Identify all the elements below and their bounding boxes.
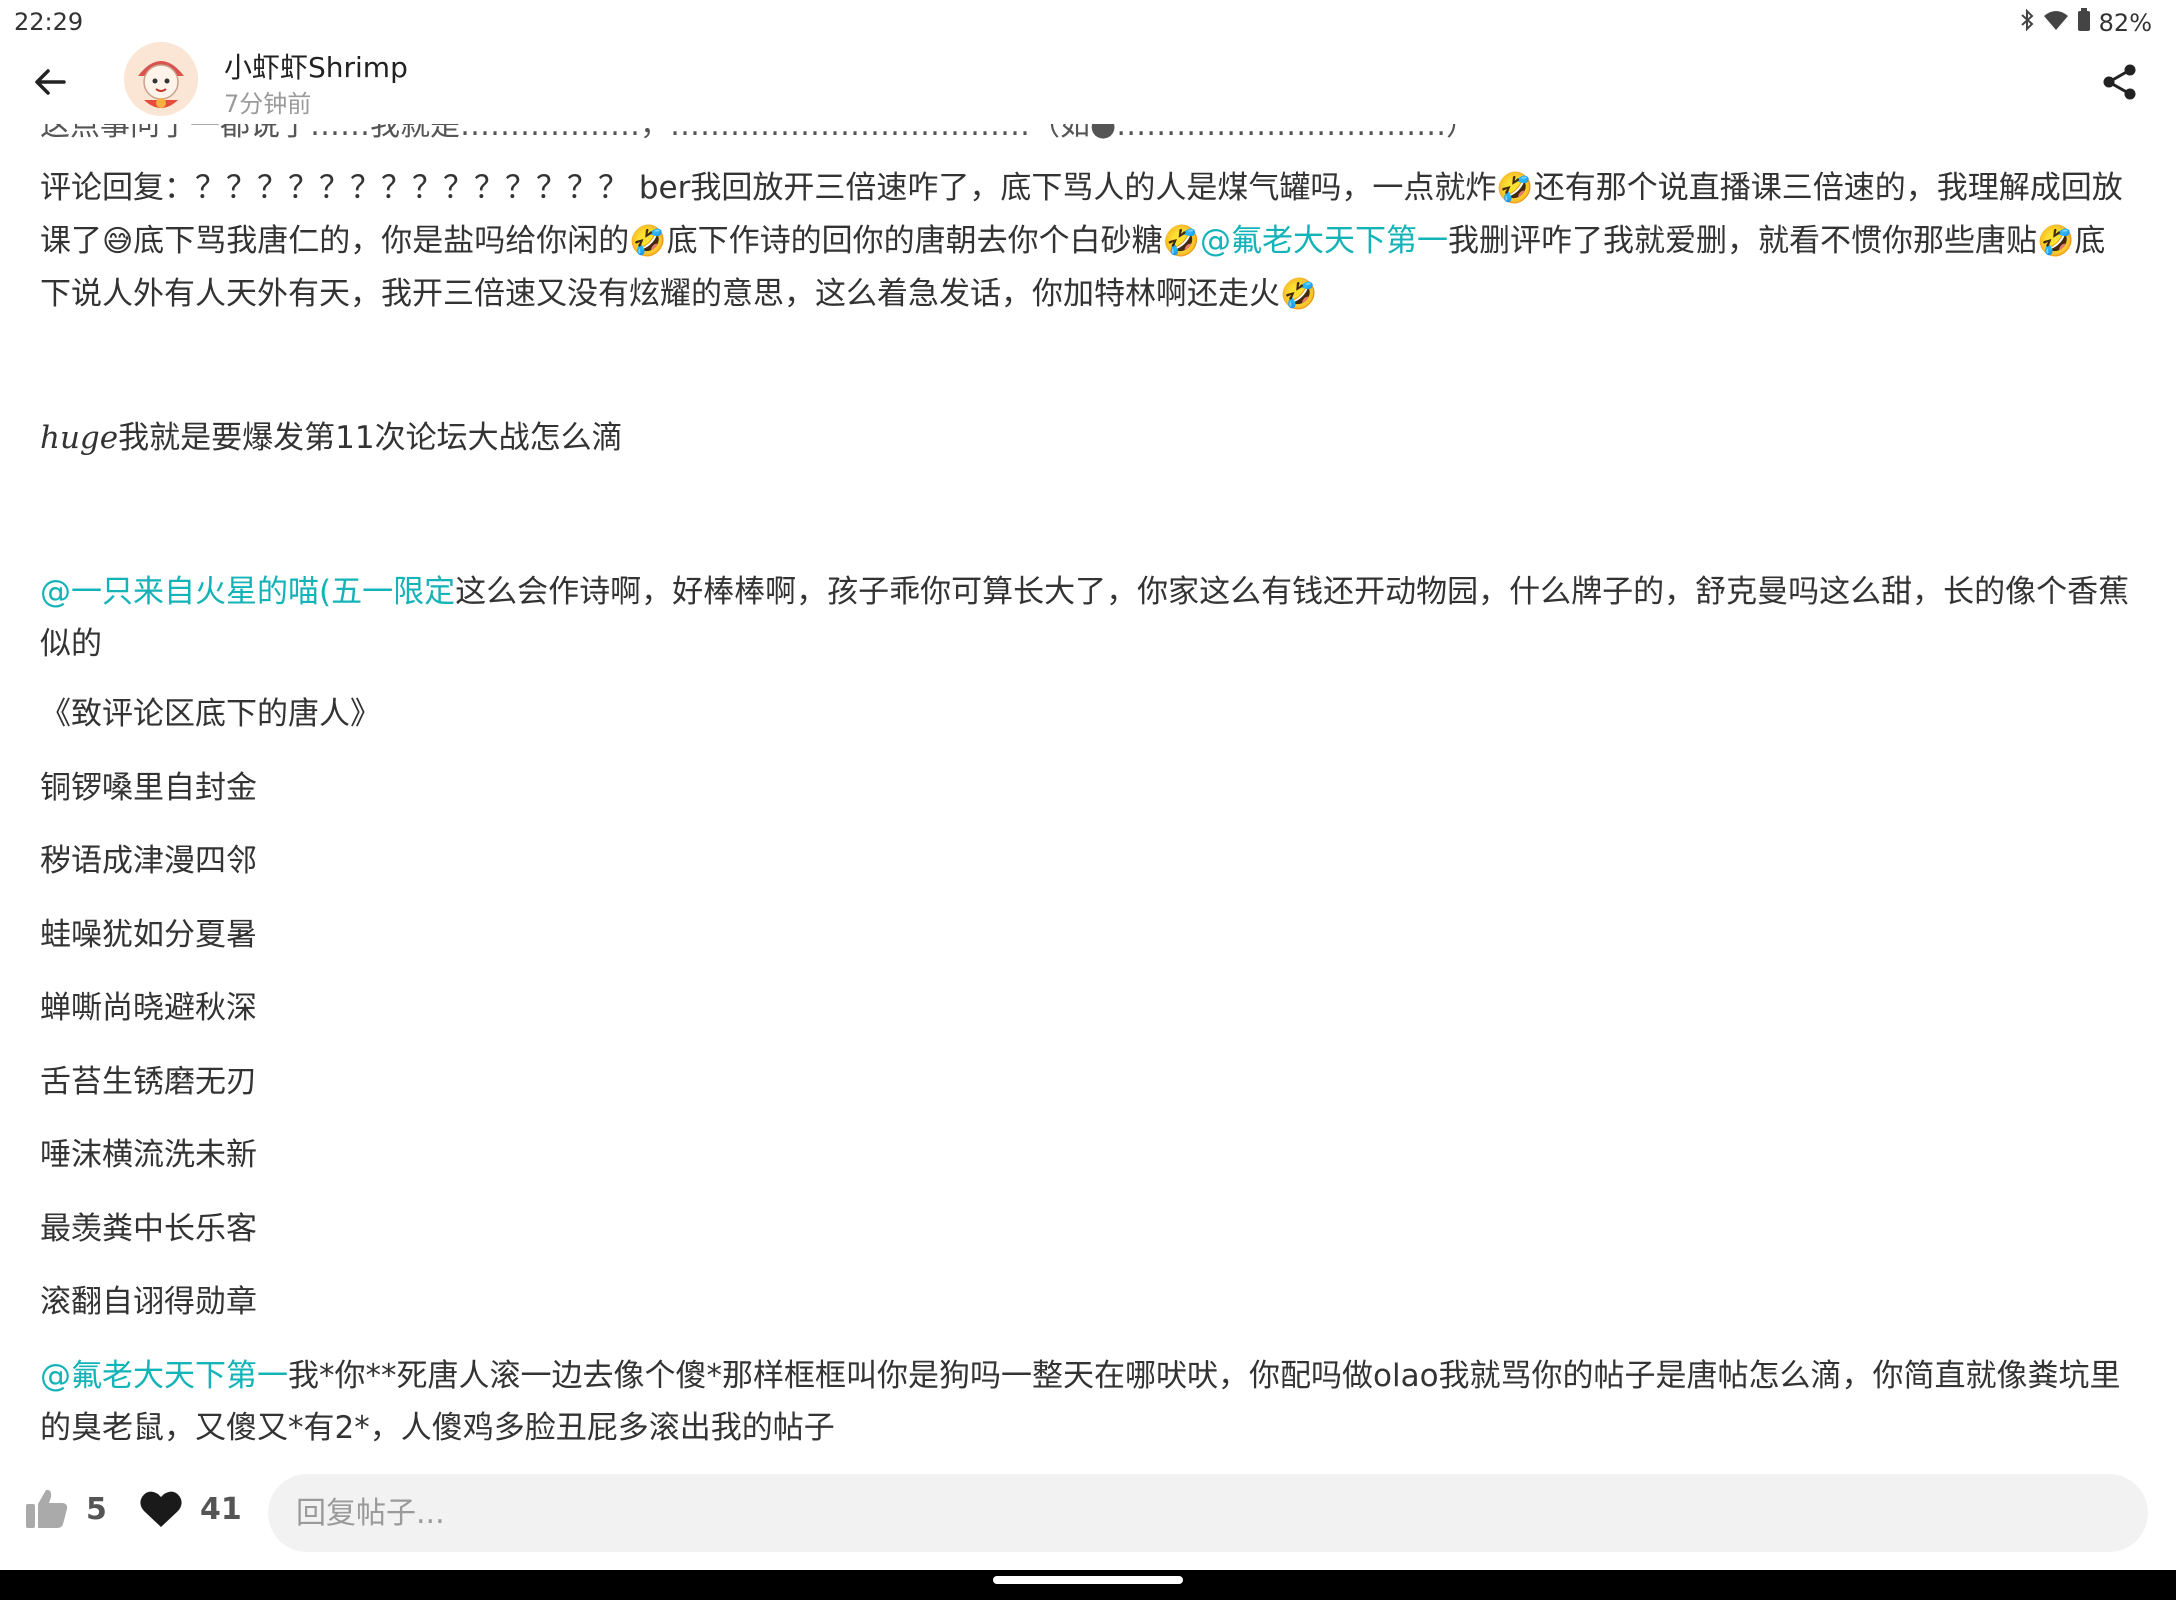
reply-input[interactable] xyxy=(268,1474,2148,1552)
poem-line: 蛙噪犹如分夏暑 xyxy=(40,917,257,953)
status-time: 22:29 xyxy=(14,8,84,36)
reply-text: 底下骂我唐仁的，你是盐吗给你闲的 xyxy=(133,223,630,259)
mention-link[interactable]: @氟老大天下第一 xyxy=(40,1358,288,1394)
mention-paragraph-1: @一只来自火星的喵(五一限定这么会作诗啊，好棒棒啊，孩子乖你可算长大了，你家这么… xyxy=(40,566,2130,670)
emoji-icon: 🤣 xyxy=(1162,224,1200,259)
post-content[interactable]: 这点事问了一都说了……我就是………………，………………………………（如●…………… xyxy=(0,124,2176,1450)
avatar[interactable] xyxy=(124,42,198,116)
poem-line: 唾沫横流洗未新 xyxy=(40,1137,257,1173)
favorite-count: 41 xyxy=(200,1491,242,1527)
post-time: 7分钟前 xyxy=(224,90,312,118)
poem-line: 最羡粪中长乐客 xyxy=(40,1211,257,1247)
reply-text: 我删评咋了我就爱删，就看不惯你那些唐贴 xyxy=(1448,223,2037,259)
mention-paragraph-text: 我*你**死唐人滚一边去像个傻*那样框框叫你是狗吗一整天在哪吠吠，你配吗做ola… xyxy=(40,1358,2121,1446)
status-bar: 22:29 82% xyxy=(0,0,2176,44)
battery-icon xyxy=(2077,8,2091,38)
partially-visible-line: 这点事问了一都说了……我就是………………，………………………………（如●…………… xyxy=(40,124,1477,143)
poem-line: 滚翻自诩得勋章 xyxy=(40,1284,257,1320)
poem-title: 《致评论区底下的唐人》 xyxy=(40,696,381,732)
mention-link[interactable]: @氟老大天下第一 xyxy=(1200,223,1448,259)
bluetooth-icon xyxy=(2019,8,2035,38)
mention-link[interactable]: @一只来自火星的喵(五一限定 xyxy=(40,574,455,610)
reply-paragraph: 评论回复：？？？？？？？？？？？？？？ ber我回放开三倍速咋了，底下骂人的人是… xyxy=(40,162,2130,321)
thumbs-up-icon xyxy=(26,1489,68,1528)
forum-war-paragraph: huge我就是要爆发第11次论坛大战怎么滴 xyxy=(40,412,2130,464)
poem-line: 秽语成津漫四邻 xyxy=(40,843,257,879)
arrow-left-icon xyxy=(35,69,66,95)
favorite-button[interactable]: 41 xyxy=(138,1486,242,1532)
bottom-action-bar: 5 41 xyxy=(0,1460,2176,1570)
battery-percent: 82% xyxy=(2098,9,2152,37)
like-count: 5 xyxy=(86,1491,107,1527)
emoji-icon: 🤣 xyxy=(2037,224,2075,259)
emoji-icon: 😅 xyxy=(102,224,134,259)
share-icon xyxy=(2103,64,2136,100)
back-button[interactable] xyxy=(28,60,72,104)
poem-line: 铜锣嗓里自封金 xyxy=(40,770,257,806)
math-text: huge xyxy=(40,420,119,456)
poem-line: 舌苔生锈磨无刃 xyxy=(40,1064,257,1100)
emoji-icon: 🤣 xyxy=(1496,171,1534,206)
home-handle[interactable] xyxy=(993,1576,1183,1584)
like-button[interactable]: 5 xyxy=(24,1486,107,1532)
reply-text: 评论回复：？？？？？？？？？？？？？？ ber我回放开三倍速咋了，底下骂人的人是… xyxy=(40,170,1497,206)
status-icons: 82% xyxy=(2019,8,2152,38)
mention-paragraph-2: @氟老大天下第一我*你**死唐人滚一边去像个傻*那样框框叫你是狗吗一整天在哪吠吠… xyxy=(40,1350,2130,1450)
emoji-icon: 🤣 xyxy=(1280,277,1318,312)
reply-text: 底下作诗的回你的唐朝去你个白砂糖 xyxy=(666,223,1163,259)
emoji-icon: 🤣 xyxy=(629,224,667,259)
post-header: 小虾虾Shrimp 7分钟前 xyxy=(0,40,2176,124)
forum-war-text: 我就是要爆发第11次论坛大战怎么滴 xyxy=(118,420,623,456)
system-navigation-bar xyxy=(0,1570,2176,1600)
author-name[interactable]: 小虾虾Shrimp xyxy=(224,46,408,86)
share-button[interactable] xyxy=(2098,60,2142,104)
wifi-icon xyxy=(2043,9,2069,37)
poem-line: 蝉嘶尚晓避秋深 xyxy=(40,990,257,1026)
heart-icon xyxy=(140,1491,182,1527)
